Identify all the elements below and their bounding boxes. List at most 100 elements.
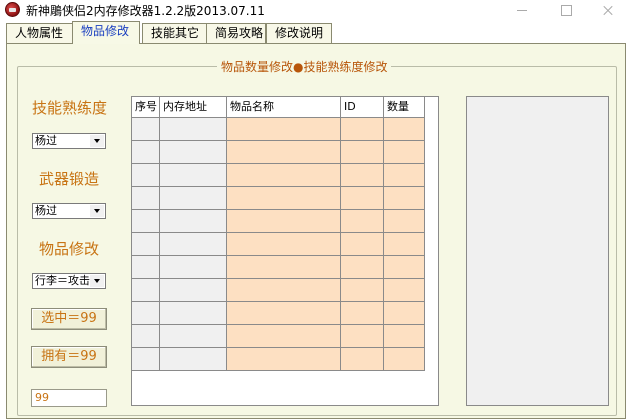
column-header-address: 内存地址 <box>160 97 227 118</box>
cell-index[interactable] <box>132 302 160 325</box>
cell-index[interactable] <box>132 233 160 256</box>
cell-quantity[interactable] <box>384 279 425 302</box>
cell-item-name[interactable] <box>227 210 341 233</box>
cell-id[interactable] <box>341 210 384 233</box>
cell-id[interactable] <box>341 164 384 187</box>
tab-item-edit[interactable]: 物品修改 <box>72 21 140 44</box>
skill-proficiency-label: 技能熟练度 <box>32 99 108 117</box>
cell-item-name[interactable] <box>227 348 341 371</box>
table-row[interactable] <box>132 233 438 256</box>
cell-address[interactable] <box>160 302 227 325</box>
cell-address[interactable] <box>160 210 227 233</box>
table-row[interactable] <box>132 141 438 164</box>
item-category-select[interactable]: 行李＝攻击 <box>32 273 106 289</box>
cell-id[interactable] <box>341 325 384 348</box>
chevron-down-icon[interactable] <box>90 205 104 217</box>
set-owned-99-button[interactable]: 拥有＝99 <box>31 346 107 368</box>
chevron-down-icon[interactable] <box>90 135 104 147</box>
close-icon[interactable] <box>591 0 625 20</box>
cell-item-name[interactable] <box>227 279 341 302</box>
cell-index[interactable] <box>132 348 160 371</box>
cell-item-name[interactable] <box>227 164 341 187</box>
table-row[interactable] <box>132 279 438 302</box>
cell-item-name[interactable] <box>227 187 341 210</box>
column-header-quantity: 数量 <box>384 97 425 118</box>
tab-skills-other[interactable]: 技能其它 <box>142 23 208 43</box>
maximize-icon[interactable] <box>549 0 583 20</box>
table-row[interactable] <box>132 164 438 187</box>
cell-index[interactable] <box>132 164 160 187</box>
cell-quantity[interactable] <box>384 302 425 325</box>
set-selected-99-button[interactable]: 选中＝99 <box>31 308 107 330</box>
cell-quantity[interactable] <box>384 256 425 279</box>
table-row[interactable] <box>132 187 438 210</box>
minimize-icon[interactable] <box>505 0 539 20</box>
cell-index[interactable] <box>132 187 160 210</box>
cell-address[interactable] <box>160 325 227 348</box>
cell-item-name[interactable] <box>227 141 341 164</box>
cell-id[interactable] <box>341 256 384 279</box>
cell-id[interactable] <box>341 141 384 164</box>
cell-quantity[interactable] <box>384 164 425 187</box>
detail-list-box[interactable] <box>466 96 609 406</box>
table-row[interactable] <box>132 210 438 233</box>
cell-item-name[interactable] <box>227 325 341 348</box>
tab-edit-notes[interactable]: 修改说明 <box>266 23 332 43</box>
cell-id[interactable] <box>341 233 384 256</box>
cell-address[interactable] <box>160 279 227 302</box>
chevron-down-icon[interactable] <box>90 275 104 287</box>
value-input[interactable]: 99 <box>31 389 107 407</box>
cell-index[interactable] <box>132 279 160 302</box>
cell-index[interactable] <box>132 256 160 279</box>
cell-id[interactable] <box>341 302 384 325</box>
table-row[interactable] <box>132 348 438 371</box>
cell-address[interactable] <box>160 348 227 371</box>
item-edit-label: 物品修改 <box>39 240 100 258</box>
cell-id[interactable] <box>341 348 384 371</box>
cell-address[interactable] <box>160 233 227 256</box>
column-header-index: 序号 <box>132 97 160 118</box>
table-row[interactable] <box>132 256 438 279</box>
cell-address[interactable] <box>160 187 227 210</box>
cell-quantity[interactable] <box>384 118 425 141</box>
cell-item-name[interactable] <box>227 256 341 279</box>
forge-character-value: 杨过 <box>35 204 57 217</box>
cell-quantity[interactable] <box>384 141 425 164</box>
cell-address[interactable] <box>160 256 227 279</box>
title-bar: 新神鵰侠侣2内存修改器1.2.2版2013.07.11 <box>0 0 629 20</box>
skill-character-value: 杨过 <box>35 134 57 147</box>
item-table[interactable]: 序号 内存地址 物品名称 ID 数量 <box>131 96 439 406</box>
cell-quantity[interactable] <box>384 210 425 233</box>
window-title: 新神鵰侠侣2内存修改器1.2.2版2013.07.11 <box>26 4 265 18</box>
cell-index[interactable] <box>132 141 160 164</box>
cell-quantity[interactable] <box>384 348 425 371</box>
cell-item-name[interactable] <box>227 233 341 256</box>
table-row[interactable] <box>132 118 438 141</box>
tab-strip: 人物属性 物品修改 技能其它 简易攻略 修改说明 <box>0 20 629 44</box>
cell-id[interactable] <box>341 187 384 210</box>
cell-index[interactable] <box>132 325 160 348</box>
cell-item-name[interactable] <box>227 302 341 325</box>
skill-character-select[interactable]: 杨过 <box>32 133 106 149</box>
tab-simple-guide[interactable]: 简易攻略 <box>206 23 266 43</box>
cell-index[interactable] <box>132 118 160 141</box>
forge-character-select[interactable]: 杨过 <box>32 203 106 219</box>
cell-id[interactable] <box>341 279 384 302</box>
column-header-item-name: 物品名称 <box>227 97 341 118</box>
cell-address[interactable] <box>160 141 227 164</box>
table-row[interactable] <box>132 302 438 325</box>
tab-character-attributes[interactable]: 人物属性 <box>6 23 74 43</box>
table-row[interactable] <box>132 325 438 348</box>
cell-quantity[interactable] <box>384 325 425 348</box>
cell-id[interactable] <box>341 118 384 141</box>
cell-address[interactable] <box>160 164 227 187</box>
cell-quantity[interactable] <box>384 187 425 210</box>
weapon-forge-label: 武器锻造 <box>39 170 100 188</box>
item-category-value: 行李＝攻击 <box>35 274 90 287</box>
cell-index[interactable] <box>132 210 160 233</box>
cell-item-name[interactable] <box>227 118 341 141</box>
group-legend: 物品数量修改●技能熟练度修改 <box>217 58 392 75</box>
cell-quantity[interactable] <box>384 233 425 256</box>
column-header-id: ID <box>341 97 384 118</box>
cell-address[interactable] <box>160 118 227 141</box>
